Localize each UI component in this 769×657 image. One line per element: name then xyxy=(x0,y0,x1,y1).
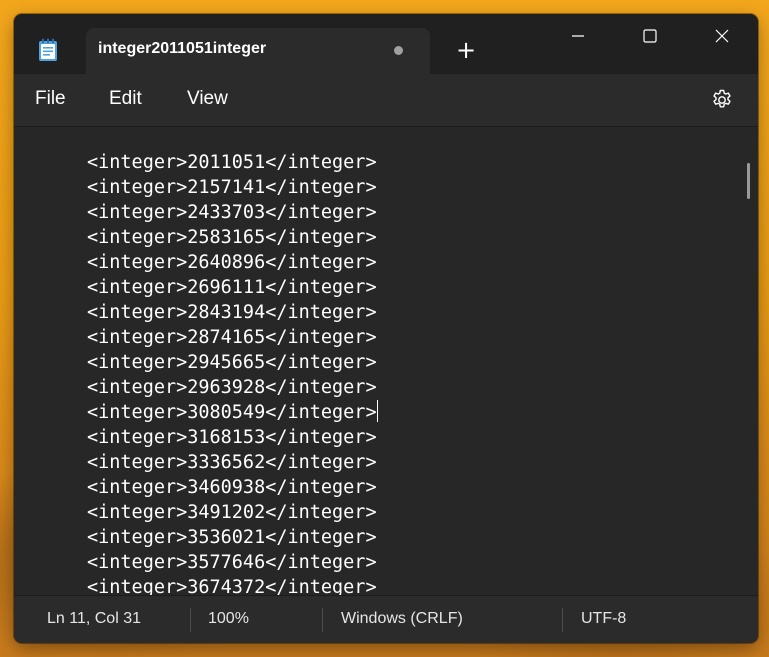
editor-line-text: <integer>2433703</integer> xyxy=(87,202,377,223)
editor-line-text: <integer>3491202</integer> xyxy=(87,502,377,523)
status-bar: Ln 11, Col 31 100% Windows (CRLF) UTF-8 xyxy=(14,595,758,643)
editor-line-text: <integer>2157141</integer> xyxy=(87,177,377,198)
editor-line[interactable]: <integer>3536021</integer> xyxy=(87,525,378,550)
window-controls xyxy=(542,14,758,58)
editor-line[interactable]: <integer>2696111</integer> xyxy=(87,275,378,300)
editor-line[interactable]: <integer>2433703</integer> xyxy=(87,200,378,225)
cursor-position[interactable]: Ln 11, Col 31 xyxy=(47,610,141,628)
document-tab[interactable]: integer2011051integer xyxy=(86,28,430,74)
new-tab-button[interactable]: + xyxy=(454,38,478,62)
editor-line-text: <integer>3536021</integer> xyxy=(87,527,377,548)
zoom-level[interactable]: 100% xyxy=(208,610,249,628)
text-editor[interactable]: <integer>2011051</integer> <integer>21571… xyxy=(14,126,758,597)
status-divider xyxy=(190,608,191,632)
editor-line-text: <integer>2011051</integer> xyxy=(87,152,377,173)
unsaved-dot-icon[interactable] xyxy=(394,46,403,55)
editor-lines: <integer>2011051</integer> <integer>21571… xyxy=(87,150,378,597)
editor-line[interactable]: <integer>2963928</integer> xyxy=(87,375,378,400)
editor-line[interactable]: <integer>3336562</integer> xyxy=(87,450,378,475)
editor-line[interactable]: <integer>2157141</integer> xyxy=(87,175,378,200)
editor-line[interactable]: <integer>3168153</integer> xyxy=(87,425,378,450)
editor-line-text: <integer>2696111</integer> xyxy=(87,277,377,298)
encoding[interactable]: UTF-8 xyxy=(581,610,626,628)
editor-line[interactable]: <integer>3080549</integer> xyxy=(87,400,378,425)
editor-line-text: <integer>3168153</integer> xyxy=(87,427,377,448)
close-icon xyxy=(715,29,729,43)
editor-line-text: <integer>3674372</integer> xyxy=(87,577,377,597)
notepad-icon xyxy=(38,38,58,62)
editor-line-text: <integer>2874165</integer> xyxy=(87,327,377,348)
settings-button[interactable] xyxy=(710,88,734,112)
maximize-button[interactable] xyxy=(614,14,686,58)
line-ending[interactable]: Windows (CRLF) xyxy=(341,610,463,628)
status-divider xyxy=(562,608,563,632)
editor-line-text: <integer>3336562</integer> xyxy=(87,452,377,473)
vertical-scrollbar[interactable] xyxy=(747,163,750,199)
editor-line[interactable]: <integer>3460938</integer> xyxy=(87,475,378,500)
tab-title: integer2011051integer xyxy=(98,40,267,57)
editor-line[interactable]: <integer>2583165</integer> xyxy=(87,225,378,250)
gear-icon xyxy=(713,89,731,108)
minimize-icon xyxy=(572,35,584,37)
editor-line-text: <integer>3080549</integer> xyxy=(87,402,377,423)
menu-view[interactable]: View xyxy=(187,88,228,110)
text-caret xyxy=(376,400,378,422)
editor-line[interactable]: <integer>2945665</integer> xyxy=(87,350,378,375)
status-divider xyxy=(322,608,323,632)
editor-line[interactable]: <integer>2011051</integer> xyxy=(87,150,378,175)
close-button[interactable] xyxy=(686,14,758,58)
menu-bar: File Edit View xyxy=(14,74,758,126)
title-bar[interactable]: integer2011051integer + xyxy=(14,14,758,74)
editor-line[interactable]: <integer>2640896</integer> xyxy=(87,250,378,275)
editor-line-text: <integer>2640896</integer> xyxy=(87,252,377,273)
menu-file[interactable]: File xyxy=(35,88,66,110)
maximize-icon xyxy=(643,29,657,43)
menu-edit[interactable]: Edit xyxy=(109,88,142,110)
editor-line[interactable]: <integer>2843194</integer> xyxy=(87,300,378,325)
editor-line[interactable]: <integer>2874165</integer> xyxy=(87,325,378,350)
editor-line-text: <integer>2843194</integer> xyxy=(87,302,377,323)
editor-line-text: <integer>3577646</integer> xyxy=(87,552,377,573)
editor-line[interactable]: <integer>3577646</integer> xyxy=(87,550,378,575)
editor-line[interactable]: <integer>3491202</integer> xyxy=(87,500,378,525)
editor-line-text: <integer>2945665</integer> xyxy=(87,352,377,373)
editor-line-text: <integer>2583165</integer> xyxy=(87,227,377,248)
editor-line[interactable]: <integer>3674372</integer> xyxy=(87,575,378,597)
editor-line-text: <integer>3460938</integer> xyxy=(87,477,377,498)
minimize-button[interactable] xyxy=(542,14,614,58)
notepad-window: integer2011051integer + File Edit View <… xyxy=(14,14,758,643)
editor-line-text: <integer>2963928</integer> xyxy=(87,377,377,398)
